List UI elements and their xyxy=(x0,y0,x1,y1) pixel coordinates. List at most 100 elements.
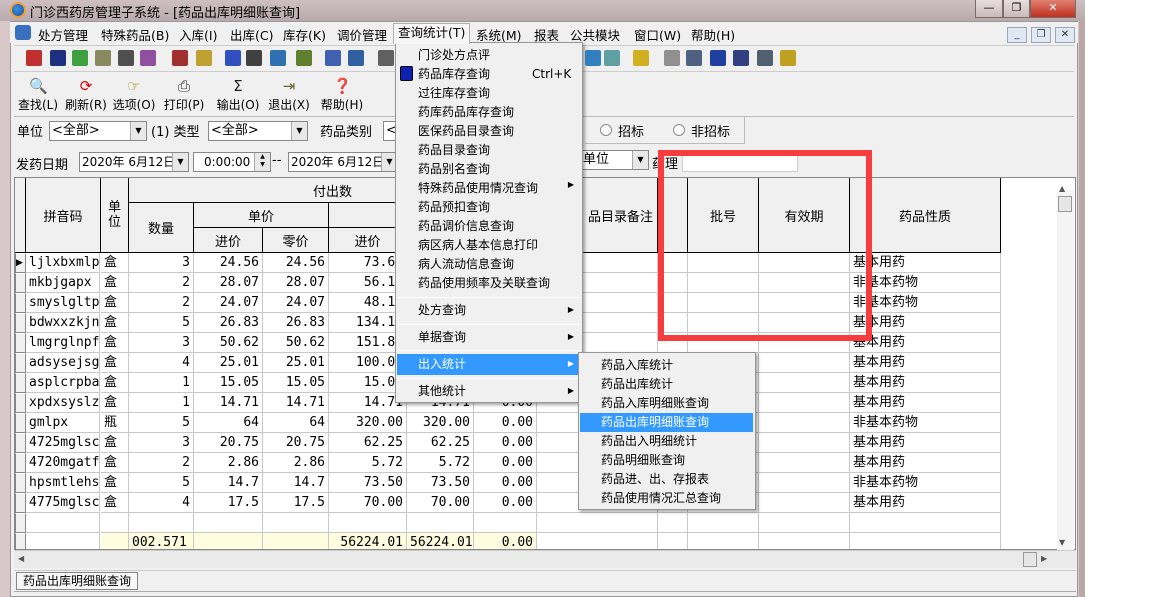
submenu-item[interactable]: 药品出库统计 xyxy=(601,375,673,394)
grid-cell[interactable]: 17.5 xyxy=(194,493,263,513)
grid-cell[interactable]: 4 xyxy=(129,493,194,513)
grid-cell[interactable]: 70.00 xyxy=(329,493,407,513)
toolbar-button-5[interactable]: ⇥ 退出(X) xyxy=(265,78,313,113)
grid-cell[interactable]: 盒 xyxy=(101,333,129,353)
menu-item[interactable]: 药品调价信息查询 xyxy=(418,217,514,236)
close-button[interactable]: ✕ xyxy=(1030,0,1076,18)
menu-0[interactable]: 处方管理 xyxy=(38,25,88,44)
toolbar-button-label[interactable]: 查找(L) xyxy=(14,96,62,113)
grid-cell[interactable]: 0.00 xyxy=(474,493,537,513)
grid-cell[interactable] xyxy=(263,513,329,533)
menu-2[interactable]: 入库(I) xyxy=(179,25,217,44)
row-indicator[interactable] xyxy=(15,473,26,493)
grid-cell[interactable]: 4720mgatf xyxy=(26,453,100,473)
grid-cell[interactable] xyxy=(194,513,263,533)
grid-cell[interactable]: 4 xyxy=(129,353,194,373)
grid-cell[interactable]: 4725mglsc xyxy=(26,433,100,453)
grid-cell[interactable]: 73.50 xyxy=(329,473,407,493)
grid-cell[interactable]: 14.7 xyxy=(263,473,329,493)
menu-item-document[interactable]: 单据查询 xyxy=(418,328,466,347)
menu-11[interactable]: 帮助(H) xyxy=(691,25,735,44)
unit-combo[interactable]: <全部> ▼ xyxy=(49,121,147,141)
row-indicator[interactable] xyxy=(15,373,26,393)
grid-cell[interactable]: 基本用药 xyxy=(850,433,1001,453)
scroll-left-icon[interactable]: ◀ xyxy=(18,554,24,563)
grid-cell[interactable]: 盒 xyxy=(101,273,129,293)
grid-cell[interactable]: 24.07 xyxy=(263,293,329,313)
minimize-button[interactable]: — xyxy=(975,0,1003,18)
grid-cell[interactable]: 盒 xyxy=(101,373,129,393)
grid-cell[interactable]: 盒 xyxy=(101,293,129,313)
grid-cell[interactable]: 2 xyxy=(129,273,194,293)
grid-cell[interactable]: 0.00 xyxy=(474,433,537,453)
scroll-up-icon[interactable]: ▲ xyxy=(1059,184,1065,193)
scroll-right-icon[interactable]: ▶ xyxy=(1041,554,1047,563)
menu-item[interactable]: 药品使用频率及关联查询 xyxy=(418,274,550,293)
grid-cell[interactable]: 320.00 xyxy=(407,413,474,433)
toolbar-icon-21[interactable] xyxy=(733,50,749,66)
grid-cell[interactable]: 14.7 xyxy=(194,473,263,493)
grid-cell[interactable]: 盒 xyxy=(101,433,129,453)
grid-cell[interactable]: 50.62 xyxy=(194,333,263,353)
grid-cell[interactable]: 0.00 xyxy=(474,473,537,493)
row-indicator[interactable] xyxy=(15,313,26,333)
row-indicator[interactable] xyxy=(15,333,26,353)
nonbid-radio[interactable] xyxy=(673,124,685,136)
grid-cell[interactable]: 盒 xyxy=(101,473,129,493)
menu-10[interactable]: 窗口(W) xyxy=(634,25,681,44)
menu-item[interactable]: 医保药品目录查询 xyxy=(418,122,514,141)
window-tab[interactable]: 药品出库明细账查询 xyxy=(16,572,138,590)
grid-cell[interactable]: 15.05 xyxy=(194,373,263,393)
menu-item-other[interactable]: 其他统计 xyxy=(418,382,466,401)
grid-cell[interactable]: xpdxsyslz xyxy=(26,393,100,413)
grid-cell[interactable]: hpsmtlehs xyxy=(26,473,100,493)
header-qty[interactable]: 数量 xyxy=(129,203,194,253)
grid-cell[interactable] xyxy=(759,413,850,433)
menu-item[interactable]: 特殊药品使用情况查询 xyxy=(418,179,538,198)
grid-cell[interactable]: smyslgltp xyxy=(26,293,100,313)
grid-cell[interactable]: 3 xyxy=(129,253,194,273)
menu-item[interactable]: 门诊处方点评 xyxy=(418,46,490,65)
grid-cell[interactable]: 62.25 xyxy=(329,433,407,453)
row-indicator[interactable] xyxy=(15,433,26,453)
grid-cell[interactable]: 1 xyxy=(129,373,194,393)
grid-cell[interactable]: 5.72 xyxy=(407,453,474,473)
grid-cell[interactable]: 62.25 xyxy=(407,433,474,453)
grid-cell[interactable]: 基本用药 xyxy=(850,393,1001,413)
grid-cell[interactable]: 24.56 xyxy=(194,253,263,273)
grid-cell[interactable]: 非基本药物 xyxy=(850,473,1001,493)
submenu-item[interactable]: 药品入库明细账查询 xyxy=(601,394,709,413)
grid-cell[interactable]: ljlxbxmlp xyxy=(26,253,100,273)
grid-cell[interactable]: 0.00 xyxy=(474,453,537,473)
grid-cell[interactable]: 基本用药 xyxy=(850,313,1001,333)
toolbar-icon-8[interactable] xyxy=(225,50,241,66)
header-cost-price[interactable]: 进价 xyxy=(194,228,263,253)
grid-cell[interactable] xyxy=(26,513,100,533)
grid-cell[interactable]: 基本用药 xyxy=(850,453,1001,473)
toolbar-icon-13[interactable] xyxy=(348,50,364,66)
dropdown-arrow-icon[interactable]: ▼ xyxy=(632,151,648,169)
toolbar-button-4[interactable]: Σ 输出(O) xyxy=(214,78,262,113)
row-indicator[interactable] xyxy=(15,293,26,313)
grid-cell[interactable] xyxy=(101,533,129,549)
scroll-down-icon[interactable]: ▼ xyxy=(1059,538,1065,547)
grid-cell[interactable]: 50.62 xyxy=(263,333,329,353)
header-nature[interactable]: 药品性质 xyxy=(850,178,1001,253)
maximize-button[interactable]: ❐ xyxy=(1003,0,1030,18)
date-to-picker[interactable]: 2020年 6月12日 ▼ xyxy=(288,152,398,172)
toolbar-icon-11[interactable] xyxy=(296,50,312,66)
grid-cell[interactable]: 26.83 xyxy=(194,313,263,333)
grid-cell[interactable]: 基本用药 xyxy=(850,493,1001,513)
type-combo[interactable]: <全部> ▼ xyxy=(208,121,308,141)
grid-cell[interactable]: 26.83 xyxy=(263,313,329,333)
grid-cell[interactable] xyxy=(101,513,129,533)
grid-cell[interactable]: 盒 xyxy=(101,493,129,513)
row-indicator[interactable]: ▶ xyxy=(15,253,26,273)
grid-cell[interactable] xyxy=(688,533,759,549)
grid-cell[interactable]: 3 xyxy=(129,433,194,453)
grid-cell[interactable]: 28.07 xyxy=(263,273,329,293)
grid-cell[interactable]: 盒 xyxy=(101,253,129,273)
hscroll-thumb[interactable] xyxy=(1023,552,1037,567)
submenu-item[interactable]: 药品出入明细统计 xyxy=(601,432,697,451)
menu-3[interactable]: 出库(C) xyxy=(230,25,273,44)
